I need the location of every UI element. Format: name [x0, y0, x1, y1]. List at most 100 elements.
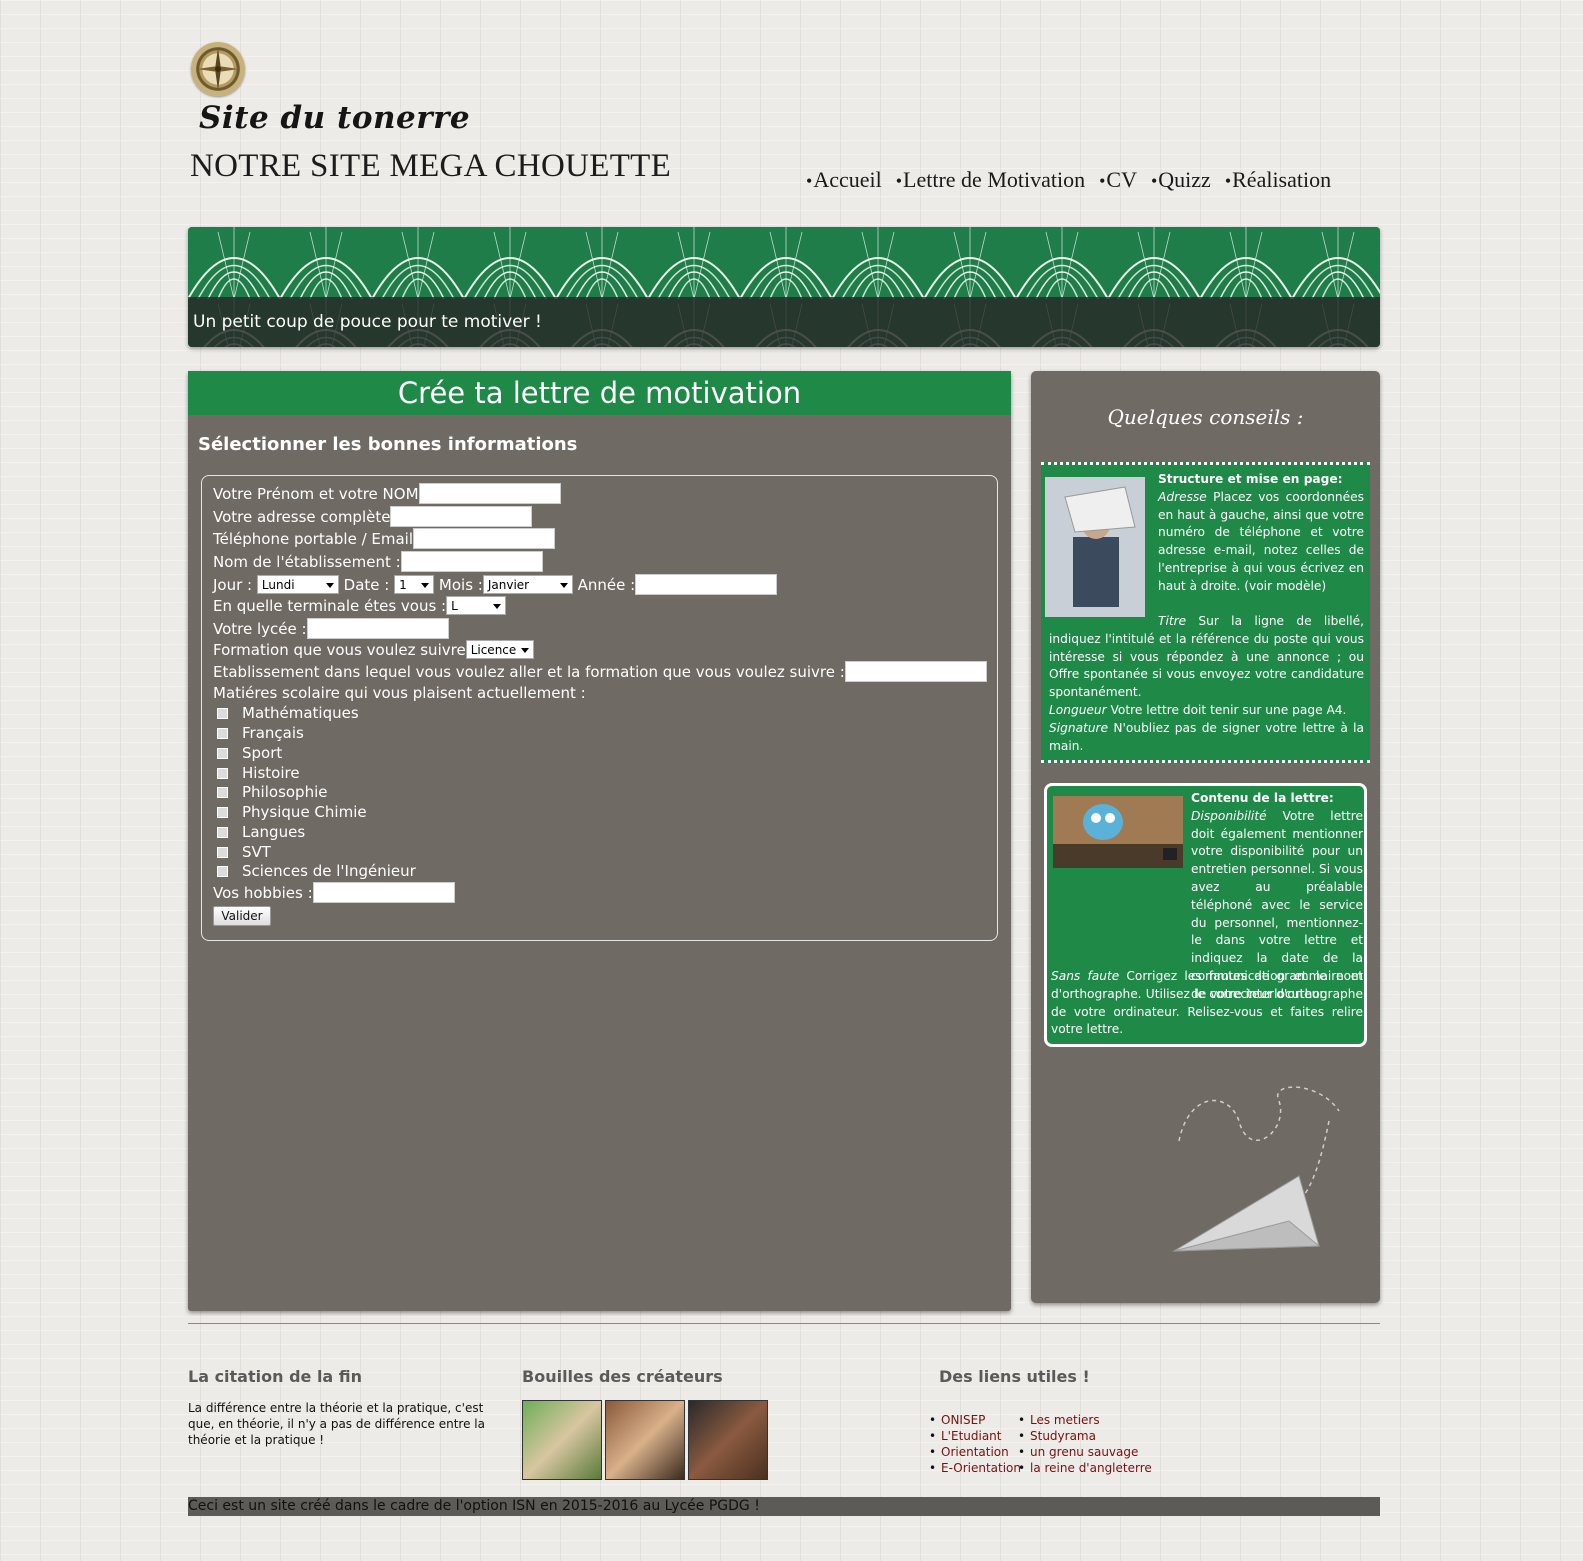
subject-item: Sciences de l'Ingénieur	[213, 862, 416, 880]
site-logo-text[interactable]: Site du tonerre	[199, 100, 470, 136]
year-label: Année :	[577, 575, 636, 594]
links-title: Des liens utiles !	[939, 1367, 1090, 1386]
subject-checkbox[interactable]	[217, 747, 228, 759]
tip1-titre-text: Sur la ligne de libellé, indiquez l'inti…	[1049, 614, 1364, 700]
address-input[interactable]	[390, 506, 533, 527]
address-label: Votre adresse complète	[213, 507, 391, 526]
link-item[interactable]: E-Orientation	[929, 1460, 1021, 1476]
phone-input[interactable]	[413, 528, 556, 549]
form-row-submit: Valider	[213, 906, 271, 926]
chevron-down-icon	[493, 604, 502, 609]
subject-item: Français	[213, 724, 304, 742]
subject-item: Philosophie	[213, 783, 327, 801]
tip1-adresse-term: Adresse	[1158, 489, 1207, 504]
link-item[interactable]: Orientation	[929, 1444, 1021, 1460]
link-item[interactable]: Les metiers	[1018, 1412, 1152, 1428]
date-label: Date :	[343, 575, 390, 594]
tip1-heading: Structure et mise en page:	[1158, 472, 1343, 486]
tip1-adresse-text: Placez vos coordonnées en haut à gauche,…	[1158, 489, 1365, 593]
submit-button[interactable]: Valider	[213, 906, 271, 926]
form-row-phone: Téléphone portable / Email	[213, 528, 556, 549]
subject-checkbox[interactable]	[217, 826, 228, 838]
nav-quizz[interactable]: •Quizz	[1151, 167, 1211, 193]
tip-contenu-box: Contenu de la lettre: Disponibilité Votr…	[1044, 783, 1367, 1047]
link-item[interactable]: ONISEP	[929, 1412, 1021, 1428]
subject-checkbox[interactable]	[217, 727, 228, 739]
form-row-lycee: Votre lycée :	[213, 618, 449, 639]
nav-cv[interactable]: •CV	[1099, 167, 1137, 193]
link-item[interactable]: Studyrama	[1018, 1428, 1152, 1444]
lycee-input[interactable]	[306, 618, 449, 639]
form-row-date: Jour : Lundi Date : 1 Mois : Janvier Ann…	[213, 574, 778, 595]
cartoon-cat-image	[1053, 796, 1183, 868]
year-input[interactable]	[635, 574, 778, 595]
subject-item: Histoire	[213, 764, 300, 782]
subject-item: Physique Chimie	[213, 803, 367, 821]
link-item[interactable]: L'Etudiant	[929, 1428, 1021, 1444]
subject-item: Sport	[213, 744, 282, 762]
banner: Un petit coup de pouce pour te motiver !	[188, 227, 1380, 347]
month-label: Mois :	[438, 575, 483, 594]
formation-label: Formation que vous voulez suivre	[213, 640, 466, 659]
subject-checkbox[interactable]	[217, 707, 228, 719]
footer-divider	[188, 1323, 1380, 1324]
form-row-name: Votre Prénom et votre NOM	[213, 483, 561, 504]
etab-label: Etablissement dans lequel vous voulez al…	[213, 662, 845, 681]
banner-caption: Un petit coup de pouce pour te motiver !	[188, 297, 1380, 347]
subject-checkbox[interactable]	[217, 806, 228, 818]
main-nav: •Accueil •Lettre de Motivation •CV •Quiz…	[806, 167, 1331, 193]
terminale-select[interactable]: L	[446, 596, 507, 615]
hobbies-label: Vos hobbies :	[213, 883, 313, 902]
chevron-down-icon	[325, 583, 334, 588]
month-select[interactable]: Janvier	[482, 575, 573, 594]
terminale-label: En quelle terminale étes vous :	[213, 596, 447, 615]
form-row-hobbies: Vos hobbies :	[213, 882, 455, 903]
tips-sidebar: Quelques conseils : Structure et mise en…	[1031, 371, 1380, 1303]
form-row-terminale: En quelle terminale étes vous : L	[213, 596, 507, 615]
nav-lettre-de-motivation[interactable]: •Lettre de Motivation	[896, 167, 1085, 193]
site-title: NOTRE SITE MEGA CHOUETTE	[190, 148, 672, 184]
nav-accueil[interactable]: •Accueil	[806, 167, 882, 193]
name-input[interactable]	[418, 483, 561, 504]
subject-checkbox[interactable]	[217, 786, 228, 798]
tip1-titre-term: Titre	[1158, 614, 1187, 628]
form-row-address: Votre adresse complète	[213, 506, 533, 527]
creator-photo-1	[522, 1400, 602, 1480]
footer-bar: Ceci est un site créé dans le cadre de l…	[188, 1497, 1380, 1516]
creator-photo-2	[605, 1400, 685, 1480]
subject-checkbox[interactable]	[217, 767, 228, 779]
hobbies-input[interactable]	[312, 882, 455, 903]
day-label: Jour :	[213, 575, 253, 594]
subject-checkbox[interactable]	[217, 846, 228, 858]
tip2-heading: Contenu de la lettre:	[1191, 791, 1334, 805]
letter-form: Votre Prénom et votre NOM Votre adresse …	[201, 475, 998, 941]
subject-item: Mathématiques	[213, 704, 359, 722]
main-panel: Crée ta lettre de motivation Sélectionne…	[188, 371, 1011, 1311]
quote-title: La citation de la fin	[188, 1367, 363, 1386]
nav-realisation[interactable]: •Réalisation	[1225, 167, 1331, 193]
link-item[interactable]: la reine d'angleterre	[1018, 1460, 1152, 1476]
tip2-dispo-term: Disponibilité	[1191, 808, 1267, 823]
subject-item: SVT	[213, 843, 271, 861]
company-label: Nom de l'établissement :	[213, 552, 401, 571]
form-row-formation: Formation que vous voulez suivre Licence	[213, 640, 534, 659]
day-select[interactable]: Lundi	[256, 575, 339, 594]
tip1-longueur-term: Longueur	[1049, 702, 1107, 717]
date-select[interactable]: 1	[394, 575, 435, 594]
phone-label: Téléphone portable / Email	[213, 529, 414, 548]
tip1-signature-term: Signature	[1049, 720, 1109, 735]
link-item[interactable]: un grenu sauvage	[1018, 1444, 1152, 1460]
form-row-company: Nom de l'établissement :	[213, 551, 543, 572]
links-column-2: Les metiers Studyrama un grenu sauvage l…	[1018, 1412, 1152, 1476]
paper-plane-illustration	[1172, 1086, 1340, 1252]
tip2-faute-term: Sans faute	[1051, 969, 1120, 983]
formation-select[interactable]: Licence	[465, 640, 534, 659]
subject-checkbox[interactable]	[217, 865, 228, 877]
creator-photos	[522, 1400, 768, 1480]
main-subtitle: Sélectionner les bonnes informations	[198, 434, 578, 455]
etab-input[interactable]	[844, 661, 987, 682]
chevron-down-icon	[559, 583, 568, 588]
tip1-longueur-text: Votre lettre doit tenir sur une page A4.	[1110, 702, 1347, 717]
company-input[interactable]	[400, 551, 543, 572]
main-title: Crée ta lettre de motivation	[188, 371, 1011, 415]
